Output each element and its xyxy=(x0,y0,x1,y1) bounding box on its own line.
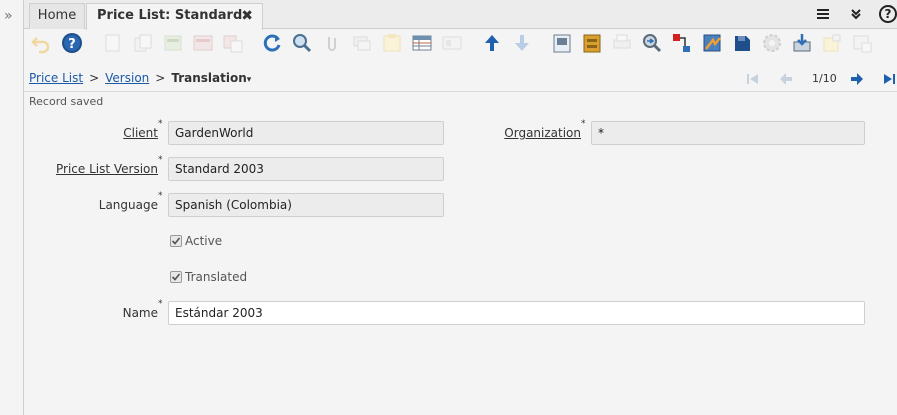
tab-home[interactable]: Home xyxy=(29,3,85,29)
active-label: Active xyxy=(185,234,223,248)
language-label: Language xyxy=(98,198,158,212)
active-checkbox[interactable] xyxy=(170,235,182,247)
breadcrumb-separator: > xyxy=(155,71,166,85)
copy-icon[interactable] xyxy=(132,32,154,54)
help-circle-icon[interactable]: ? xyxy=(879,5,897,23)
organization-field[interactable]: * xyxy=(591,121,865,145)
print-icon[interactable] xyxy=(611,32,633,54)
client-label[interactable]: Client xyxy=(123,126,158,140)
west-panel: » xyxy=(0,0,24,415)
record-pager: 1/10 xyxy=(812,72,837,85)
breadcrumb-dropdown-icon[interactable]: ▾ xyxy=(247,75,252,85)
price-list-version-mandatory-marker: * xyxy=(158,155,163,165)
refresh-icon[interactable] xyxy=(261,32,283,54)
import-icon[interactable] xyxy=(791,32,813,54)
name-input[interactable]: Estándar 2003 xyxy=(168,301,865,325)
organization-mandatory-marker: * xyxy=(581,119,586,129)
process-icon[interactable] xyxy=(761,32,783,54)
checkmark-icon xyxy=(171,273,181,281)
expand-panel-icon[interactable]: » xyxy=(4,8,18,24)
attachment-icon[interactable] xyxy=(321,32,343,54)
last-record-icon[interactable] xyxy=(882,70,896,88)
tab-home-label: Home xyxy=(37,8,77,23)
find-icon[interactable] xyxy=(291,32,313,54)
double-chevron-down-icon[interactable] xyxy=(847,5,865,23)
app-window: » Home Price List: Standard ✖ ? ? Price … xyxy=(0,0,897,415)
previous-record-icon[interactable] xyxy=(778,70,794,88)
breadcrumb-current-translation[interactable]: Translation xyxy=(171,71,246,85)
tab-price-list-label: Price List: Standard xyxy=(97,8,243,23)
svg-text:?: ? xyxy=(68,37,76,52)
hamburger-menu-icon[interactable] xyxy=(814,5,832,23)
client-field[interactable]: GardenWorld xyxy=(168,121,444,145)
history-icon[interactable] xyxy=(381,32,403,54)
language-mandatory-marker: * xyxy=(158,191,163,201)
report-icon[interactable] xyxy=(551,32,573,54)
active-workflows-icon[interactable] xyxy=(671,32,693,54)
status-message: Record saved xyxy=(29,95,104,108)
export-icon[interactable] xyxy=(821,32,843,54)
zoom-across-icon[interactable] xyxy=(641,32,663,54)
help-icon[interactable]: ? xyxy=(61,32,83,54)
organization-label[interactable]: Organization xyxy=(504,126,581,140)
first-record-icon[interactable] xyxy=(746,70,760,88)
tab-bar: Home Price List: Standard ✖ ? xyxy=(24,0,897,30)
save-new-icon[interactable] xyxy=(222,32,244,54)
detail-record-icon[interactable] xyxy=(511,32,533,54)
tab-price-list[interactable]: Price List: Standard ✖ xyxy=(86,3,263,30)
client-mandatory-marker: * xyxy=(158,119,163,129)
parent-icon[interactable] xyxy=(481,32,503,54)
delete-icon[interactable] xyxy=(162,32,184,54)
archive-icon[interactable] xyxy=(581,32,603,54)
translated-checkbox[interactable] xyxy=(170,271,182,283)
checkmark-icon xyxy=(171,237,181,245)
breadcrumb-price-list-link[interactable]: Price List xyxy=(29,71,83,85)
breadcrumb: Price List > Version > Translation▾ xyxy=(29,71,251,85)
product-info-icon[interactable] xyxy=(731,32,753,54)
close-tab-icon[interactable]: ✖ xyxy=(241,4,253,28)
breadcrumb-version-link[interactable]: Version xyxy=(105,71,149,85)
requests-icon[interactable] xyxy=(701,32,723,54)
translated-label: Translated xyxy=(185,270,248,284)
detail-icon[interactable] xyxy=(441,32,463,54)
undo-icon[interactable] xyxy=(30,32,52,54)
name-mandatory-marker: * xyxy=(158,299,163,309)
language-field[interactable]: Spanish (Colombia) xyxy=(168,193,444,217)
name-label: Name xyxy=(122,306,158,320)
chat-icon[interactable] xyxy=(351,32,373,54)
price-list-version-field[interactable]: Standard 2003 xyxy=(168,157,444,181)
price-list-version-label[interactable]: Price List Version xyxy=(56,162,158,176)
toolbar: ? xyxy=(24,29,897,59)
grid-toggle-icon[interactable] xyxy=(411,32,433,54)
breadcrumb-bar: Price List > Version > Translation▾ 1/10 xyxy=(24,62,897,92)
save-icon[interactable] xyxy=(192,32,214,54)
new-icon[interactable] xyxy=(102,32,124,54)
next-record-icon[interactable] xyxy=(849,70,865,88)
breadcrumb-separator: > xyxy=(89,71,100,85)
customize-icon[interactable] xyxy=(851,32,873,54)
